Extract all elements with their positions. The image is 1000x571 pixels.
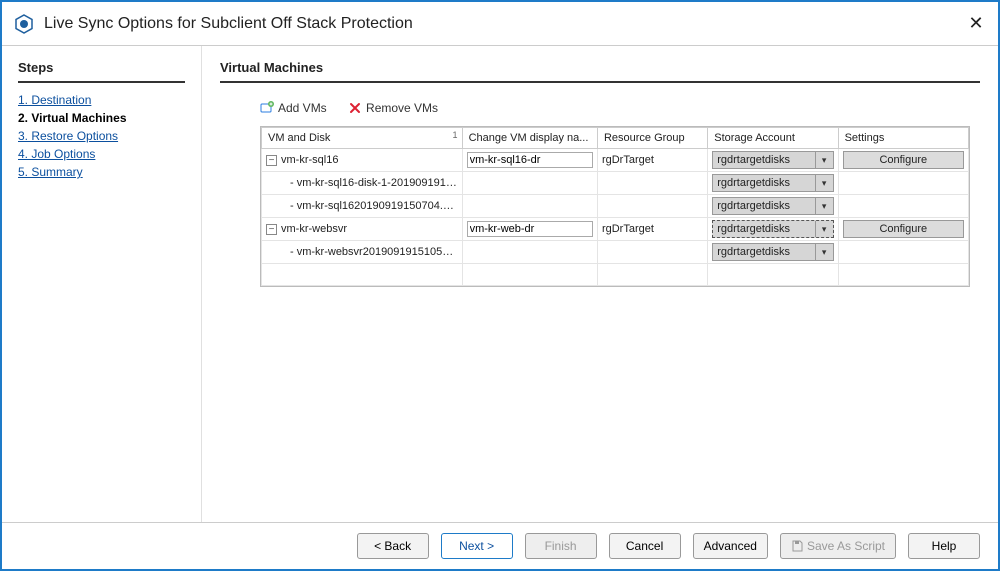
dialog-body: Steps 1. Destination 2. Virtual Machines…	[2, 46, 998, 522]
vm-name-cell[interactable]: −vm-kr-sql16	[262, 149, 463, 172]
storage-account-select[interactable]: rgdrtargetdisks▾	[712, 243, 833, 261]
chevron-down-icon: ▾	[815, 244, 833, 260]
disk-name-cell[interactable]: - vm-kr-websvr20190919151059....	[262, 241, 463, 264]
help-button[interactable]: Help	[908, 533, 980, 559]
step-destination[interactable]: 1. Destination	[18, 93, 185, 107]
steps-sidebar: Steps 1. Destination 2. Virtual Machines…	[2, 46, 202, 522]
chevron-down-icon: ▾	[815, 221, 833, 237]
add-vms-label: Add VMs	[278, 101, 327, 115]
table-row: - vm-kr-websvr20190919151059.... rgdrtar…	[262, 241, 969, 264]
configure-button[interactable]: Configure	[843, 220, 964, 238]
storage-account-select[interactable]: rgdrtargetdisks▾	[712, 197, 833, 215]
next-button[interactable]: Next >	[441, 533, 513, 559]
vm-table: VM and Disk1 Change VM display na... Res…	[260, 126, 970, 287]
display-name-input[interactable]	[467, 152, 593, 168]
col-settings[interactable]: Settings	[838, 128, 968, 149]
display-name-input[interactable]	[467, 221, 593, 237]
step-virtual-machines[interactable]: 2. Virtual Machines	[18, 111, 185, 125]
storage-account-select[interactable]: rgdrtargetdisks▾	[712, 174, 833, 192]
table-header-row: VM and Disk1 Change VM display na... Res…	[262, 128, 969, 149]
resource-group-cell: rgDrTarget	[597, 149, 707, 172]
sort-indicator: 1	[453, 130, 458, 140]
titlebar: Live Sync Options for Subclient Off Stac…	[2, 2, 998, 46]
col-display-name[interactable]: Change VM display na...	[462, 128, 597, 149]
advanced-button[interactable]: Advanced	[693, 533, 768, 559]
col-storage-account[interactable]: Storage Account	[708, 128, 838, 149]
save-icon	[791, 540, 803, 552]
col-resource-group[interactable]: Resource Group	[597, 128, 707, 149]
step-job-options[interactable]: 4. Job Options	[18, 147, 185, 161]
save-as-script-button: Save As Script	[780, 533, 896, 559]
add-vms-button[interactable]: Add VMs	[260, 101, 327, 115]
step-summary[interactable]: 5. Summary	[18, 165, 185, 179]
collapse-icon[interactable]: −	[266, 155, 277, 166]
main-panel: Virtual Machines Add VMs Remove VMs	[202, 46, 998, 522]
disk-name-cell[interactable]: - vm-kr-sql16-disk-1-20190919150...	[262, 172, 463, 195]
disk-name-cell[interactable]: - vm-kr-sql1620190919150704.vhd	[262, 195, 463, 218]
finish-button: Finish	[525, 533, 597, 559]
storage-account-select[interactable]: rgdrtargetdisks▾	[712, 220, 833, 238]
dialog-window: Live Sync Options for Subclient Off Stac…	[0, 0, 1000, 571]
steps-heading: Steps	[18, 60, 185, 83]
resource-group-cell: rgDrTarget	[597, 218, 707, 241]
storage-account-select[interactable]: rgdrtargetdisks▾	[712, 151, 833, 169]
dialog-footer: < Back Next > Finish Cancel Advanced Sav…	[2, 522, 998, 569]
step-restore-options[interactable]: 3. Restore Options	[18, 129, 185, 143]
remove-vms-label: Remove VMs	[366, 101, 438, 115]
chevron-down-icon: ▾	[815, 152, 833, 168]
cancel-button[interactable]: Cancel	[609, 533, 681, 559]
vm-name-cell[interactable]: −vm-kr-websvr	[262, 218, 463, 241]
collapse-icon[interactable]: −	[266, 224, 277, 235]
back-button[interactable]: < Back	[357, 533, 429, 559]
chevron-down-icon: ▾	[815, 175, 833, 191]
close-button[interactable]: ✕	[966, 14, 986, 34]
table-row: - vm-kr-sql1620190919150704.vhd rgdrtarg…	[262, 195, 969, 218]
remove-vms-button[interactable]: Remove VMs	[348, 101, 438, 115]
chevron-down-icon: ▾	[815, 198, 833, 214]
col-vm-and-disk[interactable]: VM and Disk1	[262, 128, 463, 149]
app-icon	[14, 14, 34, 34]
configure-button[interactable]: Configure	[843, 151, 964, 169]
vm-toolbar: Add VMs Remove VMs	[260, 101, 980, 118]
table-row: −vm-kr-websvr rgDrTarget rgdrtargetdisks…	[262, 218, 969, 241]
section-title: Virtual Machines	[220, 60, 980, 83]
table-row: - vm-kr-sql16-disk-1-20190919150... rgdr…	[262, 172, 969, 195]
window-title: Live Sync Options for Subclient Off Stac…	[44, 15, 413, 33]
table-row: −vm-kr-sql16 rgDrTarget rgdrtargetdisks▾…	[262, 149, 969, 172]
add-vm-icon	[260, 101, 274, 115]
table-row-empty	[262, 264, 969, 286]
remove-vm-icon	[348, 101, 362, 115]
